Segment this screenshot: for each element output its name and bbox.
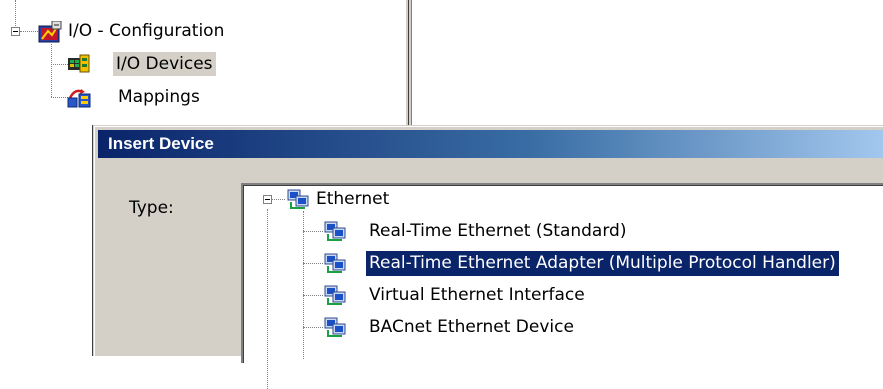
dialog-title[interactable]: Insert Device <box>98 130 883 158</box>
tree-collapse-toggle[interactable] <box>11 27 20 36</box>
pane-splitter[interactable] <box>405 0 412 125</box>
network-icon <box>324 285 346 305</box>
tree-item-mappings[interactable]: Mappings <box>118 85 200 109</box>
type-label: Type: <box>129 198 174 218</box>
io-devices-icon <box>68 54 90 73</box>
tree-item-io-configuration[interactable]: I/O - Configuration <box>68 19 224 43</box>
tree-connector <box>303 295 323 296</box>
network-icon <box>324 221 346 241</box>
device-tree-item-real-time-ethernet-adapter[interactable]: Real-Time Ethernet Adapter (Multiple Pro… <box>366 251 839 276</box>
tree-connector <box>303 231 323 232</box>
insert-device-dialog: Insert Device Type: Ethernet Real-Time E… <box>93 125 883 389</box>
tree-connector <box>267 209 268 389</box>
tree-connector <box>51 64 68 65</box>
tree-connector <box>15 0 16 26</box>
device-type-tree[interactable]: Ethernet Real-Time Ethernet (Standard) R… <box>241 183 883 389</box>
io-configuration-icon <box>38 21 62 43</box>
device-tree-item-real-time-ethernet-standard[interactable]: Real-Time Ethernet (Standard) <box>366 219 629 244</box>
tree-connector <box>271 199 285 200</box>
tree-connector <box>20 31 38 32</box>
network-icon <box>324 317 346 337</box>
tree-connector <box>51 44 52 97</box>
device-tree-item-ethernet[interactable]: Ethernet <box>313 187 392 212</box>
network-icon <box>287 189 309 209</box>
mappings-icon <box>67 89 91 108</box>
tree-connector <box>303 263 323 264</box>
device-tree-item-bacnet-ethernet-device[interactable]: BACnet Ethernet Device <box>366 315 577 340</box>
tree-item-io-devices[interactable]: I/O Devices <box>113 52 216 76</box>
tree-connector <box>303 327 323 328</box>
tree-connector <box>51 97 68 98</box>
tree-connector <box>303 211 304 359</box>
ethernet-collapse-toggle[interactable] <box>263 195 272 204</box>
network-icon <box>324 253 346 273</box>
device-tree-item-virtual-ethernet-interface[interactable]: Virtual Ethernet Interface <box>366 283 588 308</box>
